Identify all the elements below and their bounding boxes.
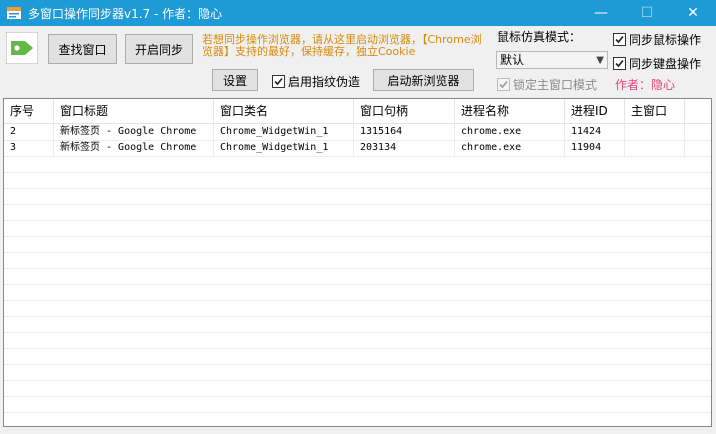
table-cell: Chrome_WidgetWin_1 bbox=[214, 124, 354, 140]
close-button[interactable]: ✕ bbox=[670, 0, 716, 26]
table-row-empty bbox=[4, 188, 711, 205]
table-cell: 203134 bbox=[354, 140, 455, 156]
mouse-mode-select[interactable]: 默认 ▼ bbox=[496, 51, 608, 69]
checkbox-box[interactable] bbox=[497, 78, 510, 91]
sync-keyboard-label: 同步键盘操作 bbox=[629, 57, 702, 71]
table-cell: chrome.exe bbox=[455, 124, 565, 140]
column-header[interactable]: 进程名称 bbox=[455, 99, 565, 123]
table-row-empty bbox=[4, 300, 711, 317]
table-row-empty bbox=[4, 284, 711, 301]
window-list-table[interactable]: 序号 窗口标题 窗口类名 窗口句柄 进程名称 进程ID 主窗口 2 新标签页 -… bbox=[3, 98, 712, 427]
table-row-empty bbox=[4, 204, 711, 221]
table-cell: 3 bbox=[4, 140, 54, 156]
column-header[interactable]: 窗口类名 bbox=[214, 99, 354, 123]
table-cell: 2 bbox=[4, 124, 54, 140]
sync-mouse-label: 同步鼠标操作 bbox=[629, 33, 702, 47]
window-title: 多窗口操作同步器v1.7 - 作者：隐心 bbox=[28, 7, 223, 21]
table-row-empty bbox=[4, 412, 711, 426]
check-icon bbox=[274, 77, 283, 86]
check-icon bbox=[615, 59, 624, 68]
lock-main-window-checkbox[interactable]: 锁定主窗口模式 bbox=[497, 76, 597, 93]
sync-keyboard-checkbox[interactable]: 同步键盘操作 bbox=[613, 55, 701, 72]
fingerprint-label: 启用指纹伪造 bbox=[288, 75, 361, 89]
column-header[interactable]: 序号 bbox=[4, 99, 54, 123]
table-cell: 11424 bbox=[565, 124, 625, 140]
mouse-mode-label: 鼠标仿真模式： bbox=[497, 30, 582, 44]
table-row[interactable]: 2 新标签页 - Google Chrome Chrome_WidgetWin_… bbox=[4, 124, 711, 141]
checkbox-box[interactable] bbox=[613, 57, 626, 70]
table-row-empty bbox=[4, 156, 711, 173]
title-bar[interactable]: 多窗口操作同步器v1.7 - 作者：隐心 — ☐ ✕ bbox=[0, 0, 716, 26]
table-cell: 1315164 bbox=[354, 124, 455, 140]
column-header[interactable]: 主窗口 bbox=[625, 99, 685, 123]
app-icon bbox=[7, 7, 21, 19]
table-header: 序号 窗口标题 窗口类名 窗口句柄 进程名称 进程ID 主窗口 bbox=[4, 99, 711, 124]
table-cell: Chrome_WidgetWin_1 bbox=[214, 140, 354, 156]
column-header[interactable]: 窗口标题 bbox=[54, 99, 214, 123]
table-row-empty bbox=[4, 380, 711, 397]
check-icon bbox=[615, 35, 624, 44]
table-cell: 11904 bbox=[565, 140, 625, 156]
column-header[interactable]: 进程ID bbox=[565, 99, 625, 123]
table-cell: chrome.exe bbox=[455, 140, 565, 156]
table-cell bbox=[625, 124, 685, 140]
fingerprint-checkbox[interactable]: 启用指纹伪造 bbox=[272, 73, 360, 90]
table-cell: 新标签页 - Google Chrome bbox=[54, 140, 214, 156]
table-row-empty bbox=[4, 268, 711, 285]
settings-button[interactable]: 设置 bbox=[212, 69, 258, 91]
maximize-button[interactable]: ☐ bbox=[624, 0, 670, 26]
check-icon bbox=[499, 80, 508, 89]
sync-mouse-checkbox[interactable]: 同步鼠标操作 bbox=[613, 31, 701, 48]
checkbox-box[interactable] bbox=[272, 75, 285, 88]
main-window: 多窗口操作同步器v1.7 - 作者：隐心 — ☐ ✕ 查找窗口 开启同步 若想同… bbox=[0, 0, 716, 434]
table-cell: 新标签页 - Google Chrome bbox=[54, 124, 214, 140]
mouse-mode-value: 默认 bbox=[500, 53, 525, 67]
minimize-button[interactable]: — bbox=[578, 0, 624, 26]
table-row-empty bbox=[4, 396, 711, 413]
table-row-empty bbox=[4, 252, 711, 269]
table-row-empty bbox=[4, 332, 711, 349]
browser-notice: 若想同步操作浏览器，请从这里启动浏览器，【Chrome浏览器】支持的最好，保持缓… bbox=[202, 33, 482, 58]
lock-main-window-label: 锁定主窗口模式 bbox=[513, 78, 598, 92]
table-row-empty bbox=[4, 348, 711, 365]
table-row-empty bbox=[4, 172, 711, 189]
author-label: 作者：隐心 bbox=[615, 78, 676, 92]
column-header[interactable]: 窗口句柄 bbox=[354, 99, 455, 123]
table-row-empty bbox=[4, 316, 711, 333]
tag-logo-icon bbox=[6, 32, 38, 64]
start-sync-button[interactable]: 开启同步 bbox=[125, 34, 193, 64]
table-row-empty bbox=[4, 364, 711, 381]
find-window-button[interactable]: 查找窗口 bbox=[48, 34, 117, 64]
table-cell bbox=[625, 140, 685, 156]
table-row[interactable]: 3 新标签页 - Google Chrome Chrome_WidgetWin_… bbox=[4, 140, 711, 157]
table-row-empty bbox=[4, 236, 711, 253]
launch-browser-button[interactable]: 启动新浏览器 bbox=[373, 69, 474, 91]
checkbox-box[interactable] bbox=[613, 33, 626, 46]
table-row-empty bbox=[4, 220, 711, 237]
chevron-down-icon: ▼ bbox=[596, 55, 604, 66]
